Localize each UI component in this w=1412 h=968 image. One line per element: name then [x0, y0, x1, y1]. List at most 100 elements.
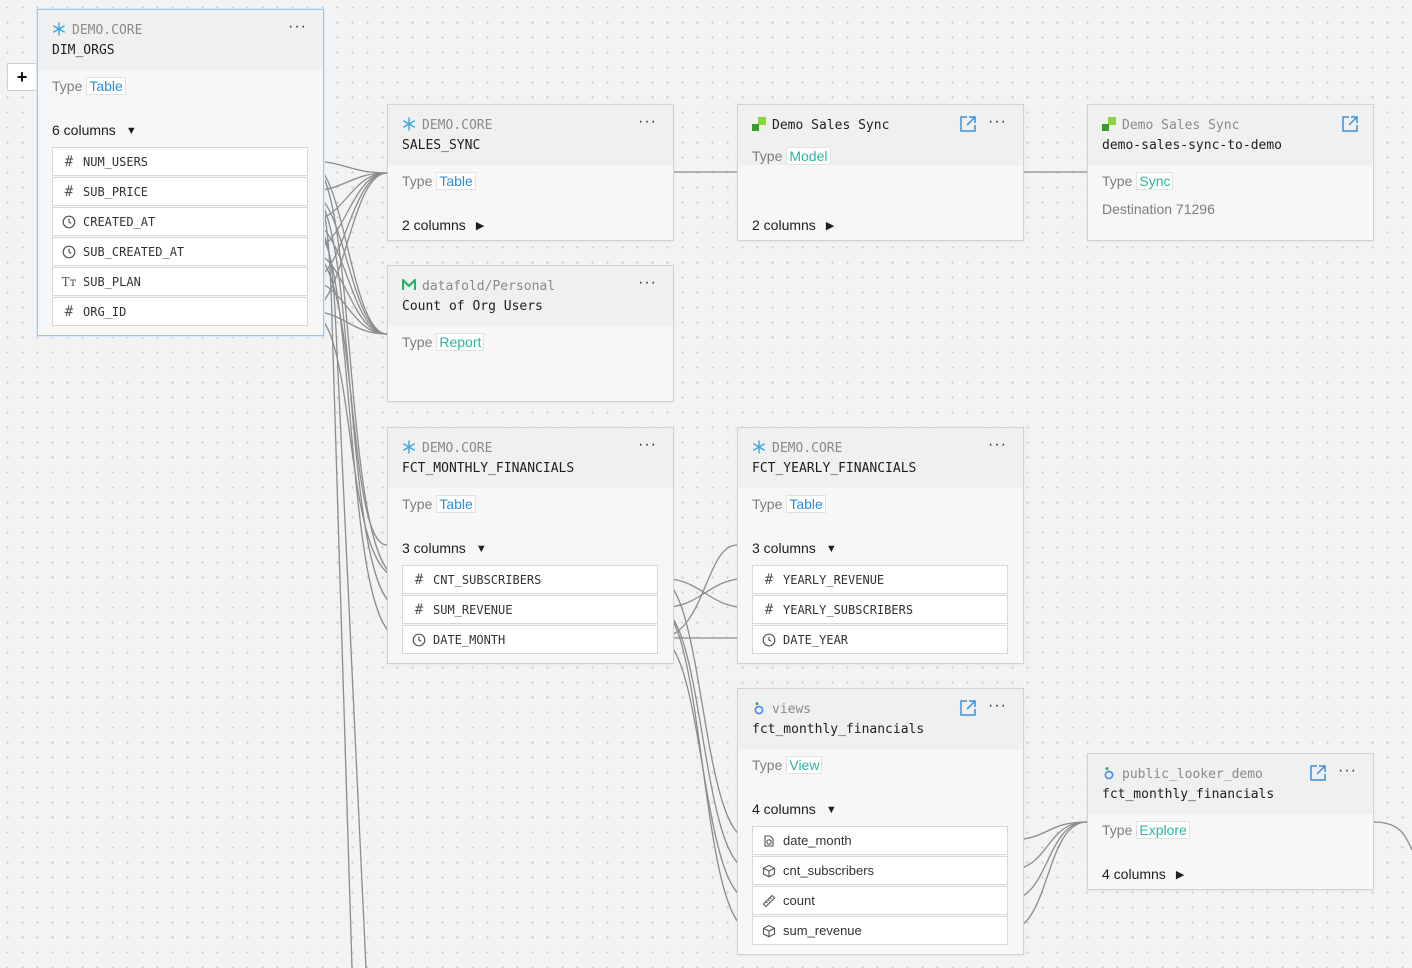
column-row[interactable]: # NUM_USERS	[52, 147, 308, 176]
node-source: datafold/Personal	[422, 279, 556, 294]
columns-toggle[interactable]: 4 columns ▼	[752, 801, 837, 817]
hash-icon: #	[64, 153, 74, 170]
column-row[interactable]: # SUM_REVENUE	[402, 595, 658, 624]
caret-down-icon: ▼	[125, 125, 137, 137]
clock-icon	[761, 632, 777, 648]
node-views-fct-monthly-financials[interactable]: views fct_monthly_financials ··· Type Vie…	[737, 688, 1024, 955]
node-header: public_looker_demo fct_monthly_financial…	[1088, 754, 1373, 814]
type-badge: Report	[436, 333, 485, 351]
node-title: fct_monthly_financials	[1102, 787, 1275, 802]
columns-toggle[interactable]: 3 columns ▼	[402, 540, 487, 556]
node-fct-monthly-financials[interactable]: DEMO.CORE FCT_MONTHLY_FINANCIALS ··· Typ…	[387, 427, 674, 664]
node-title: FCT_YEARLY_FINANCIALS	[752, 461, 917, 476]
measure-cube-icon	[761, 923, 777, 939]
column-row[interactable]: # YEARLY_REVENUE	[752, 565, 1008, 594]
type-badge: Table	[86, 77, 126, 95]
node-type-row: Type Explore	[1102, 821, 1190, 839]
hash-icon: #	[414, 601, 424, 618]
caret-right-icon: ▶	[475, 220, 485, 232]
column-row[interactable]: sum_revenue	[752, 916, 1008, 945]
column-row[interactable]: SUB_CREATED_AT	[52, 237, 308, 266]
hash-icon: #	[764, 571, 774, 588]
node-type-row: Type Table	[752, 495, 826, 513]
node-header: DEMO.CORE SALES_SYNC ···	[388, 105, 673, 165]
more-menu-button[interactable]: ···	[638, 275, 657, 291]
column-row[interactable]: # ORG_ID	[52, 297, 308, 326]
type-badge: Sync	[1136, 172, 1174, 190]
census-icon	[1102, 117, 1116, 131]
node-source: public_looker_demo	[1122, 767, 1263, 782]
node-title: SALES_SYNC	[402, 138, 481, 153]
node-dim-orgs[interactable]: DEMO.CORE DIM_ORGS ··· Type Table 6 colum…	[37, 9, 324, 336]
columns-toggle[interactable]: 6 columns ▼	[52, 122, 137, 138]
node-header: DEMO.CORE FCT_MONTHLY_FINANCIALS ···	[388, 428, 673, 488]
node-type-row: Type Report	[402, 333, 485, 351]
snowflake-icon	[402, 440, 416, 454]
external-link-icon[interactable]	[959, 699, 977, 717]
column-row[interactable]: # CNT_SUBSCRIBERS	[402, 565, 658, 594]
column-row[interactable]: CREATED_AT	[52, 207, 308, 236]
node-title: demo-sales-sync-to-demo	[1102, 138, 1283, 153]
node-type-row: Type Table	[402, 172, 476, 190]
more-menu-button[interactable]: ···	[988, 698, 1007, 714]
more-menu-button[interactable]: ···	[638, 437, 657, 453]
measure-cube-icon	[761, 863, 777, 879]
column-row[interactable]: cnt_subscribers	[752, 856, 1008, 885]
type-badge: Explore	[1136, 821, 1190, 839]
external-link-icon[interactable]	[959, 115, 977, 133]
caret-down-icon: ▼	[825, 804, 837, 816]
looker-icon	[752, 701, 766, 715]
node-title: Count of Org Users	[402, 299, 543, 314]
node-sales-sync[interactable]: DEMO.CORE SALES_SYNC ··· Type Table 2 col…	[387, 104, 674, 241]
snowflake-icon	[752, 440, 766, 454]
type-badge: View	[786, 756, 823, 774]
add-node-button[interactable]: +	[7, 63, 37, 91]
column-row[interactable]: # SUB_PRICE	[52, 177, 308, 206]
snowflake-icon	[52, 22, 66, 36]
node-count-of-org-users[interactable]: datafold/Personal Count of Org Users ···…	[387, 265, 674, 402]
columns-toggle[interactable]: 2 columns ▶	[752, 217, 834, 233]
edge	[1372, 821, 1412, 851]
node-title: DIM_ORGS	[52, 43, 115, 58]
column-row[interactable]: DATE_MONTH	[402, 625, 658, 654]
node-source: Demo Sales Sync	[1122, 118, 1240, 133]
node-source: DEMO.CORE	[72, 23, 143, 38]
column-row[interactable]: count	[752, 886, 1008, 915]
columns-toggle[interactable]: 3 columns ▼	[752, 540, 837, 556]
type-badge: Table	[436, 495, 476, 513]
external-link-icon[interactable]	[1309, 764, 1327, 782]
census-icon	[752, 117, 766, 131]
node-type-row: Type Table	[402, 495, 476, 513]
node-title: FCT_MONTHLY_FINANCIALS	[402, 461, 575, 476]
node-demo-sales-sync-model[interactable]: Demo Sales Sync ··· Type Model 2 columns ▶	[737, 104, 1024, 241]
node-fct-yearly-financials[interactable]: DEMO.CORE FCT_YEARLY_FINANCIALS ··· Type…	[737, 427, 1024, 664]
snowflake-icon	[402, 117, 416, 131]
node-demo-sales-sync-sync[interactable]: Demo Sales Sync demo-sales-sync-to-demo …	[1087, 104, 1374, 241]
node-header: DEMO.CORE FCT_YEARLY_FINANCIALS ···	[738, 428, 1023, 488]
column-row[interactable]: date_month	[752, 826, 1008, 855]
looker-icon	[1102, 766, 1116, 780]
node-header: views fct_monthly_financials ···	[738, 689, 1023, 749]
columns-toggle[interactable]: 2 columns ▶	[402, 217, 484, 233]
clock-icon	[61, 244, 77, 260]
more-menu-button[interactable]: ···	[988, 437, 1007, 453]
column-row[interactable]: DATE_YEAR	[752, 625, 1008, 654]
caret-down-icon: ▼	[825, 543, 837, 555]
more-menu-button[interactable]: ···	[638, 114, 657, 130]
node-header: Demo Sales Sync demo-sales-sync-to-demo	[1088, 105, 1373, 165]
column-list: # NUM_USERS # SUB_PRICE CREATED_AT SUB_CRE…	[52, 146, 308, 326]
more-menu-button[interactable]: ···	[288, 19, 307, 35]
type-badge: Table	[436, 172, 476, 190]
caret-right-icon: ▶	[1175, 869, 1185, 881]
columns-toggle[interactable]: 4 columns ▶	[1102, 866, 1184, 882]
external-link-icon[interactable]	[1341, 115, 1359, 133]
node-type-row: Type Table	[52, 77, 126, 95]
more-menu-button[interactable]: ···	[988, 114, 1007, 130]
node-explore-fct-monthly-financials[interactable]: public_looker_demo fct_monthly_financial…	[1087, 753, 1374, 890]
ruler-icon	[761, 893, 777, 909]
column-row[interactable]: Tт SUB_PLAN	[52, 267, 308, 296]
more-menu-button[interactable]: ···	[1338, 763, 1357, 779]
node-type-row: Type View	[752, 756, 823, 774]
caret-down-icon: ▼	[475, 543, 487, 555]
column-row[interactable]: # YEARLY_SUBSCRIBERS	[752, 595, 1008, 624]
